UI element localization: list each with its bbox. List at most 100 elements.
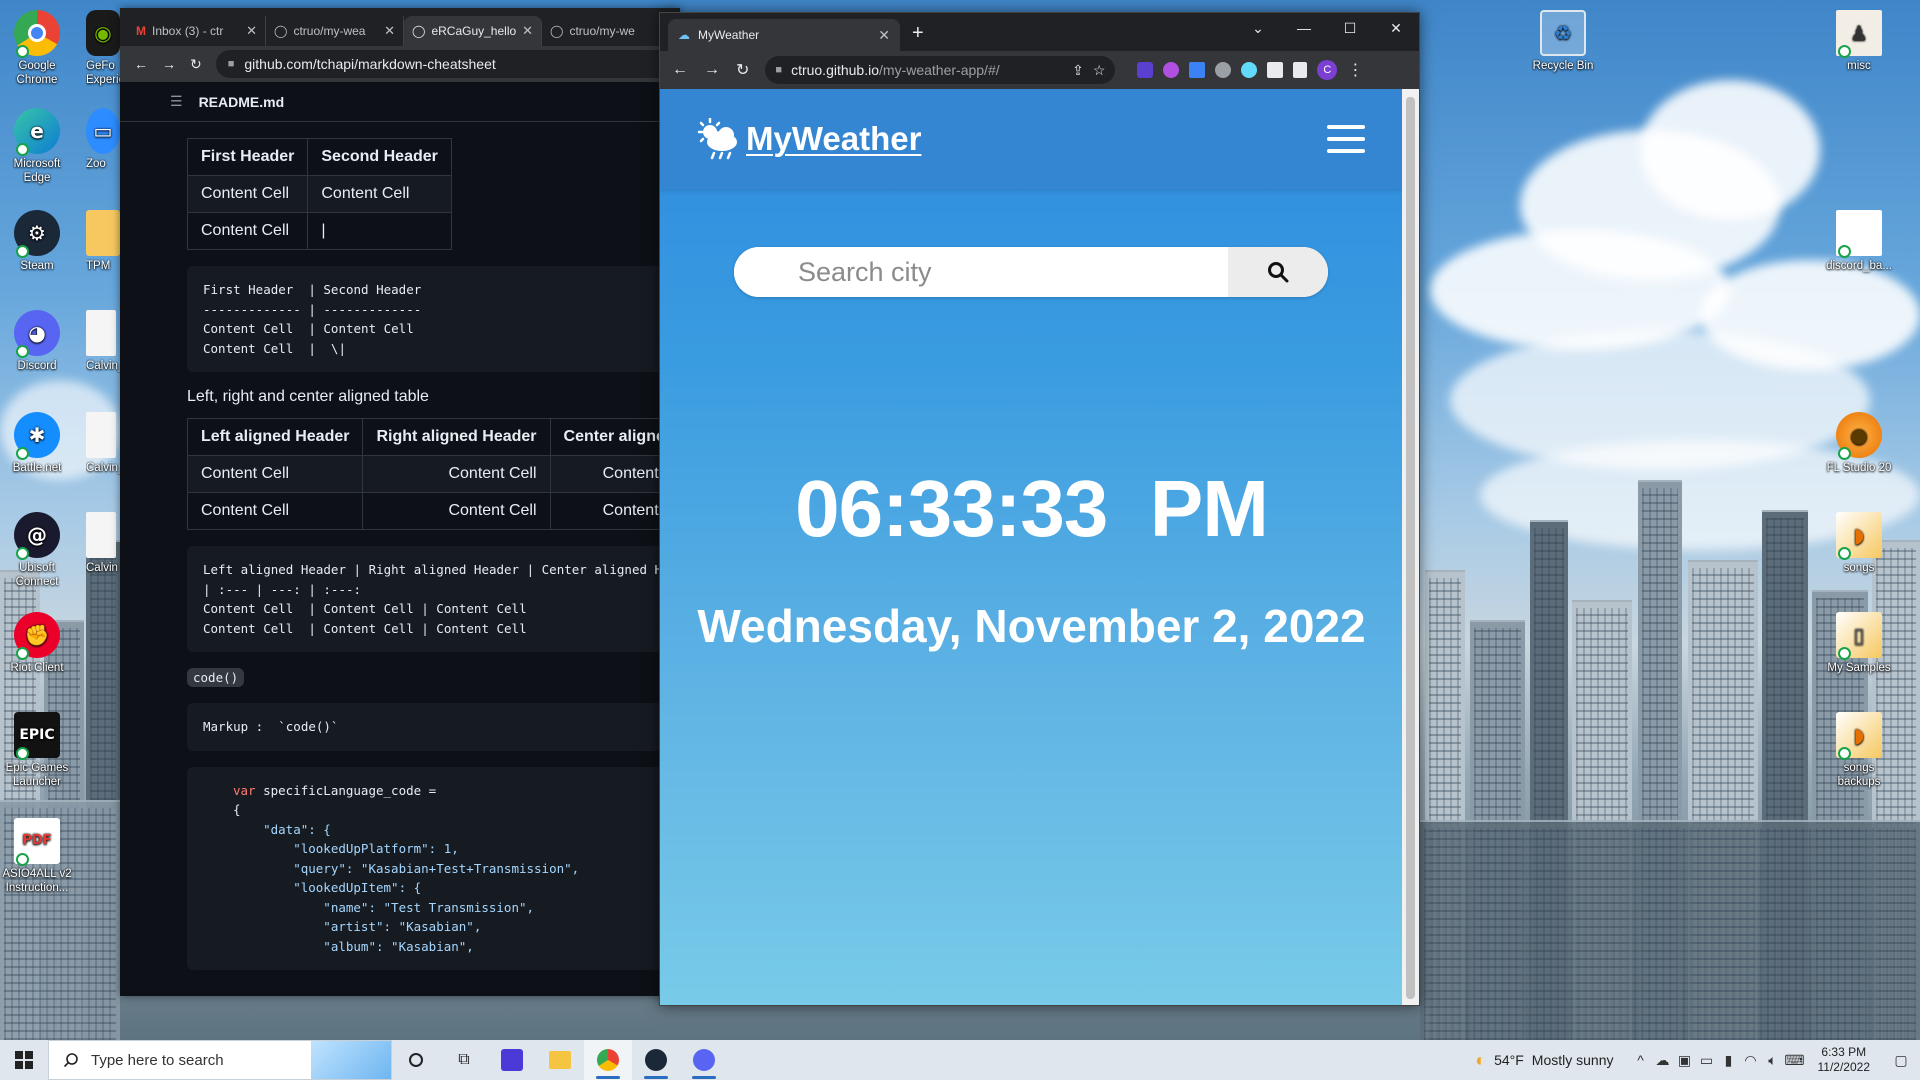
code-line: "lookedUpPlatform": 1,: [233, 841, 459, 856]
windows-logo-icon: [15, 1051, 33, 1069]
side-panel-icon[interactable]: [1293, 62, 1308, 78]
desktop-icon-ubisoft-connect[interactable]: @ Ubisoft Connect: [0, 512, 74, 589]
taskbar-app-chrome[interactable]: [584, 1040, 632, 1080]
start-button[interactable]: [0, 1040, 48, 1080]
desktop-icon-zoom[interactable]: ▭ Zoo: [86, 108, 122, 171]
desktop-icon-epic-games[interactable]: EPIC Epic Games Launcher: [0, 712, 74, 789]
desktop-icon-label: Calvin_: [86, 462, 122, 474]
visual-studio-icon: [501, 1049, 523, 1071]
close-icon[interactable]: ✕: [522, 23, 533, 39]
code-line: "artist": "Kasabian",: [233, 919, 482, 934]
desktop-icon-calvin-2[interactable]: Calvin_: [86, 412, 122, 475]
document-icon: [86, 512, 116, 558]
profile-avatar[interactable]: C: [1317, 60, 1338, 80]
desktop-icon-my-samples[interactable]: ▯ My Samples: [1822, 612, 1896, 675]
meet-now-icon[interactable]: ▭: [1696, 1052, 1718, 1069]
tab-search-icon[interactable]: ⌄: [1235, 13, 1281, 43]
bookmark-star-icon[interactable]: ☆: [1093, 62, 1106, 79]
weather-widget[interactable]: ◐ 54°F Mostly sunny: [1459, 1050, 1629, 1071]
extension-globe-icon[interactable]: [1163, 62, 1180, 78]
code-text: specificLanguage_code =: [255, 782, 437, 798]
taskbar-app-visual-studio[interactable]: [488, 1040, 536, 1080]
close-icon[interactable]: ✕: [878, 27, 890, 44]
hamburger-menu-icon[interactable]: [1327, 125, 1365, 153]
taskbar-app-discord[interactable]: [680, 1040, 728, 1080]
page-scrollbar[interactable]: [1402, 89, 1419, 1005]
address-bar[interactable]: ■ github.com/tchapi/markdown-cheatsheet: [215, 50, 680, 78]
notification-icon[interactable]: ▢: [1882, 1052, 1920, 1069]
list-icon[interactable]: ☰: [170, 93, 183, 110]
maximize-icon[interactable]: ☐: [1327, 13, 1373, 43]
desktop-icon-battle-net[interactable]: ✱ Battle.net: [0, 412, 74, 475]
tab-title: ctruo/my-we: [569, 24, 635, 38]
extension-react-icon[interactable]: [1241, 62, 1258, 78]
new-tab-icon[interactable]: +: [912, 22, 924, 45]
desktop-icon-discord[interactable]: ◕ Discord: [0, 310, 74, 373]
desktop-icon-geforce[interactable]: ◉ GeFo Experie: [86, 10, 122, 87]
table-row: Content Cell |: [186, 212, 452, 250]
desktop-icon-songs-backups[interactable]: ◗ songs backups: [1822, 712, 1896, 789]
taskbar-date: 11/2/2022: [1817, 1060, 1871, 1074]
taskbar-clock[interactable]: 6:33 PM 11/2/2022: [1806, 1045, 1883, 1075]
tab-gmail[interactable]: M Inbox (3) - ctr ✕: [128, 16, 266, 46]
desktop-icon-misc[interactable]: ♟ misc: [1822, 10, 1896, 73]
extensions-puzzle-icon[interactable]: [1267, 62, 1284, 78]
tab-github-2[interactable]: ◯ eRCaGuy_hello ✕: [404, 16, 542, 46]
extension-pen-icon[interactable]: [1189, 62, 1206, 78]
taskbar-app-file-explorer[interactable]: [536, 1040, 584, 1080]
code-block-aligned-table: Left aligned Header | Right aligned Head…: [187, 546, 680, 652]
close-icon[interactable]: ✕: [384, 23, 395, 39]
desktop-icon-google-chrome[interactable]: Google Chrome: [0, 10, 74, 87]
share-icon[interactable]: ⇪: [1072, 62, 1084, 79]
desktop-icon-calvin-1[interactable]: Calvin_T: [86, 310, 122, 373]
address-bar[interactable]: ■ ctruo.github.io/my-weather-app/#/ ⇪ ☆: [765, 56, 1116, 84]
desktop-icon-label: Steam: [20, 260, 54, 272]
cortana-button[interactable]: [392, 1040, 440, 1080]
desktop-icon-fl-studio[interactable]: ● FL Studio 20: [1822, 412, 1896, 475]
close-icon[interactable]: ✕: [246, 23, 257, 39]
chrome-icon: [14, 10, 60, 58]
forward-icon[interactable]: →: [162, 56, 176, 72]
tab-github-1[interactable]: ◯ ctruo/my-wea ✕: [266, 16, 404, 46]
search-city-input[interactable]: [734, 247, 1228, 297]
file-title: README.md: [198, 93, 285, 110]
table-basic: First Header Second Header Content Cell …: [186, 138, 452, 250]
tab-myweather[interactable]: ☁ MyWeather ✕: [668, 19, 900, 51]
back-icon[interactable]: ←: [672, 61, 688, 79]
task-view-button[interactable]: ⧉: [440, 1040, 488, 1080]
close-window-icon[interactable]: ✕: [1373, 13, 1419, 43]
pdf-icon: PDF: [14, 818, 60, 866]
forward-icon[interactable]: →: [704, 61, 720, 79]
desktop-icon-riot-client[interactable]: ✊ Riot Client: [0, 612, 74, 675]
extension-p-icon[interactable]: [1137, 62, 1154, 78]
brand-logo[interactable]: MyWeather: [696, 118, 921, 160]
search-button[interactable]: [1228, 247, 1328, 297]
desktop-icon-microsoft-edge[interactable]: e Microsoft Edge: [0, 108, 74, 185]
toolbar: ← → ↻ ■ github.com/tchapi/markdown-cheat…: [120, 46, 680, 82]
desktop-icon-calvin-3[interactable]: Calvin: [86, 512, 122, 575]
onedrive-cloud-icon[interactable]: ☁: [1652, 1052, 1674, 1069]
desktop-icon-recycle-bin[interactable]: ♻ Recycle Bin: [1520, 10, 1606, 73]
extension-drop-icon[interactable]: [1215, 62, 1232, 78]
menu-kebab-icon[interactable]: ⋮: [1347, 60, 1363, 80]
taskbar-search-box[interactable]: Type here to search: [48, 1040, 392, 1080]
battery-icon[interactable]: ▮: [1718, 1052, 1740, 1069]
desktop-icon-discord-backup[interactable]: discord_ba...: [1822, 210, 1896, 273]
reload-icon[interactable]: ↻: [190, 56, 202, 73]
network-adapter-icon[interactable]: ▣: [1674, 1052, 1696, 1069]
tab-title: MyWeather: [698, 28, 760, 42]
image-file-icon: ♟: [1836, 10, 1882, 58]
volume-icon[interactable]: 🔈︎: [1762, 1052, 1784, 1069]
desktop-icon-steam[interactable]: ⚙ Steam: [0, 210, 74, 273]
desktop-icon-asio4all[interactable]: PDF ASIO4ALL v2 Instruction...: [0, 818, 74, 895]
desktop-icon-songs[interactable]: ◗ songs: [1822, 512, 1896, 575]
minimize-icon[interactable]: —: [1281, 13, 1327, 43]
wifi-icon[interactable]: ◠: [1740, 1052, 1762, 1069]
keyboard-icon[interactable]: ⌨: [1784, 1052, 1806, 1069]
back-icon[interactable]: ←: [134, 56, 148, 72]
desktop-icon-tpm[interactable]: TPM: [86, 210, 122, 273]
scrollbar-thumb[interactable]: [1406, 97, 1415, 999]
chevron-up-icon[interactable]: ^: [1630, 1052, 1652, 1068]
reload-icon[interactable]: ↻: [736, 60, 749, 80]
taskbar-app-steam[interactable]: [632, 1040, 680, 1080]
